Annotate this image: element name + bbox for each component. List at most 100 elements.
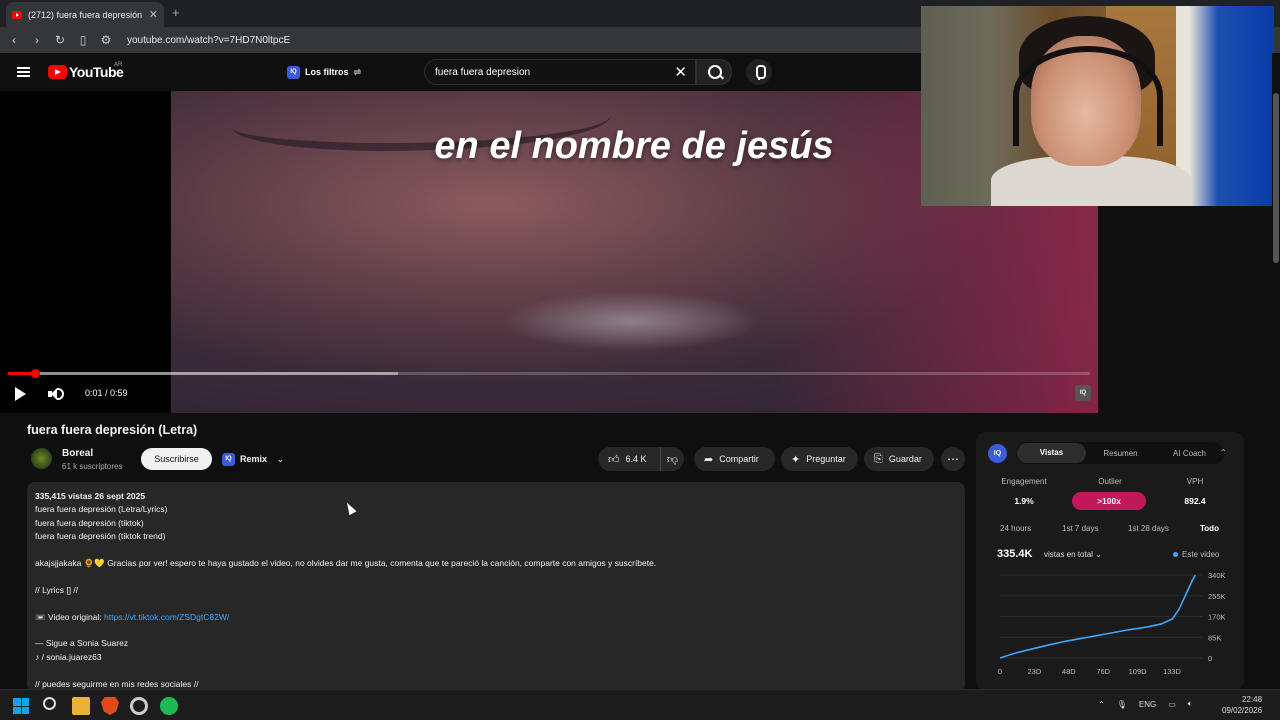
lyrics-heading: // Lyrics [] // [35, 584, 79, 595]
country-code: AR [114, 62, 123, 68]
legend-dot [1173, 552, 1178, 557]
range-24-hours[interactable]: 24 hours [1000, 524, 1031, 533]
y-tick-label: 340K [1208, 571, 1226, 580]
play-icon[interactable] [15, 387, 26, 401]
youtube-logo-icon[interactable] [48, 65, 67, 79]
voice-search-icon[interactable] [746, 59, 772, 85]
save-label: Guardar [888, 454, 922, 464]
dislike-button[interactable]: 👎︎ [660, 447, 684, 471]
handle-link[interactable]: ♪ / sonia.juarez63 [35, 651, 957, 664]
thumbs-down-icon: 👎︎ [666, 453, 679, 466]
y-tick-label: 255K [1208, 592, 1226, 601]
views-dropdown[interactable]: vistas en total ⌄ [1044, 550, 1102, 559]
subscribe-button[interactable]: Suscribirse [141, 448, 212, 470]
x-tick-label: 76D [1096, 667, 1110, 676]
webcam-overlay [921, 6, 1274, 206]
sparkle-icon: ✦ [791, 453, 801, 466]
description-body: akajsjjakaka 🌻💛 Gracias por ver! espero … [35, 558, 657, 569]
search-input[interactable]: fuera fuera depresion ✕ [424, 59, 696, 85]
time-display: 0:01 / 0:59 [85, 388, 128, 398]
filters-button[interactable]: IQ Los filtros ⇌ [287, 62, 361, 82]
like-button[interactable]: 👍︎ 6.4 K [598, 447, 660, 471]
new-tab-icon[interactable]: + [172, 5, 180, 20]
clock-time: 22:48 [1242, 695, 1263, 704]
windows-start-icon[interactable] [13, 698, 29, 714]
thumbs-up-icon: 👍︎ [608, 453, 620, 466]
x-tick-label: 23D [1028, 667, 1042, 676]
remix-label: Remix [240, 454, 268, 464]
iq-icon: IQ [287, 65, 300, 79]
url-field[interactable]: youtube.com/watch?v=7HD7N0ltpcE [127, 35, 290, 46]
clear-search-icon[interactable]: ✕ [674, 63, 687, 81]
search-icon[interactable] [43, 697, 56, 710]
network-icon[interactable]: ▭ [1168, 700, 1176, 709]
filter-sliders-icon: ⇌ [353, 66, 362, 77]
tab-ai-coach[interactable]: AI Coach [1155, 449, 1224, 458]
original-label: 📼 Video original: [35, 611, 105, 622]
analytics-panel: IQ Vistas Resumen AI Coach ⌃ Engagement … [976, 432, 1244, 690]
range-28-days[interactable]: 1st 28 days [1128, 524, 1169, 533]
outlier-label: Outlier [1098, 477, 1122, 486]
progress-scrubber[interactable] [31, 369, 41, 378]
ask-button[interactable]: ✦ Preguntar [781, 447, 858, 471]
engagement-value: 1.9% [1014, 496, 1034, 506]
legend-label: Este video [1182, 550, 1220, 559]
more-actions-icon[interactable]: ⋯ [941, 447, 965, 471]
chevron-up-icon[interactable]: ⌃ [1098, 700, 1105, 709]
total-views: 335.4K [997, 548, 1033, 560]
speaker-icon[interactable]: 🔈︎ [1188, 699, 1193, 709]
browser-tab[interactable]: (2712) fuera fuera depresión ✕ [6, 2, 164, 27]
microphone-icon[interactable]: 🎙︎ [1117, 700, 1127, 709]
site-info-icon[interactable]: ⚙ [97, 33, 115, 47]
range-all[interactable]: Todo [1200, 524, 1219, 533]
iq-icon: IQ [222, 452, 235, 466]
brave-browser-icon[interactable] [101, 697, 119, 715]
y-tick-label: 170K [1208, 613, 1226, 622]
video-title: fuera fuera depresión (Letra) [27, 423, 198, 437]
youtube-favicon-icon [12, 10, 22, 19]
channel-avatar[interactable] [31, 448, 52, 469]
iq-player-icon[interactable]: IQ [1075, 385, 1091, 401]
follow-line: — Sigue a Sonia Suarez [35, 638, 129, 649]
range-7-days[interactable]: 1st 7 days [1062, 524, 1098, 533]
spotify-icon[interactable] [160, 697, 178, 715]
page-scrollbar[interactable] [1272, 53, 1280, 689]
save-button[interactable]: ⎘ Guardar [864, 447, 934, 471]
clock[interactable]: 22:48 09/02/2026 [1222, 694, 1262, 716]
vph-label: VPH [1186, 477, 1204, 486]
legend-this-video: Este video [1173, 550, 1219, 559]
reload-icon[interactable]: ↻ [51, 33, 69, 47]
back-icon[interactable]: ‹ [5, 33, 23, 47]
remix-button[interactable]: IQ Remix ⌄ [222, 449, 284, 469]
bookmark-icon[interactable]: ▯ [74, 33, 92, 47]
engagement-label: Engagement [1001, 477, 1047, 486]
progress-bar[interactable] [8, 369, 1090, 378]
close-tab-icon[interactable]: ✕ [149, 8, 158, 21]
view-stats: 335,415 vistas 26 sept 2025 [35, 491, 146, 501]
chrome-icon[interactable] [130, 697, 148, 715]
file-explorer-icon[interactable] [72, 697, 90, 715]
x-tick-label: 48D [1062, 667, 1076, 676]
x-tick-label: 133D [1163, 667, 1182, 676]
views-line-chart: 340K 255K 170K 85K 0 0 23D 48D 76D 109D 133D [998, 571, 1226, 676]
tab-resumen[interactable]: Resumen [1086, 449, 1155, 458]
channel-name[interactable]: Boreal [62, 448, 93, 459]
menu-icon[interactable] [17, 67, 30, 77]
original-video-link[interactable]: https://vt.tiktok.com/ZSDgtC82W/ [104, 612, 229, 622]
windows-taskbar: ⌃ 🎙︎ ENG ▭ 🔈︎ 22:48 09/02/2026 [0, 689, 1280, 720]
iq-logo-icon: IQ [988, 444, 1007, 463]
chevron-up-icon[interactable]: ⌃ [1220, 448, 1227, 457]
share-button[interactable]: ➦ Compartir [694, 447, 775, 471]
subscriber-count: 61 k suscriptores [62, 462, 123, 471]
bookmark-icon: ⎘ [874, 452, 883, 465]
filters-label: Los filtros [305, 67, 349, 77]
forward-icon[interactable]: › [28, 33, 46, 47]
search-button[interactable] [696, 59, 732, 85]
original-video-line: 📼 Video original: https://vt.tiktok.com/… [35, 611, 957, 624]
tab-vistas[interactable]: Vistas [1017, 443, 1086, 463]
outlier-value: >100x [1072, 492, 1146, 510]
system-tray: ⌃ 🎙︎ ENG ▭ 🔈︎ [1098, 699, 1193, 709]
description-box[interactable]: 335,415 vistas 26 sept 2025 fuera fuera … [27, 482, 965, 692]
language-indicator[interactable]: ENG [1139, 700, 1156, 709]
share-icon: ➦ [704, 453, 714, 466]
